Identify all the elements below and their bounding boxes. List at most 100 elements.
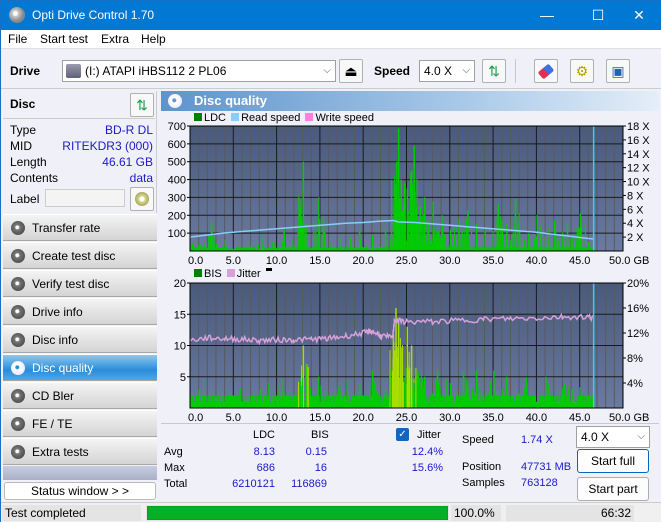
cluster-bar [403, 219, 405, 251]
peak-bar [571, 389, 573, 408]
speed-select-value: 4.0 X [424, 64, 453, 78]
menu-file[interactable]: File [8, 32, 27, 46]
left-panel: Disc ⇅ Type BD-R DL MID RITEKDR3 (000) Len… [1, 89, 159, 502]
disc-length-key: Length [10, 155, 47, 169]
menu-help[interactable]: Help [141, 32, 166, 46]
cluster-bar [411, 205, 413, 251]
drive-label: Drive [10, 64, 41, 78]
status-bar: Test completed 100.0% 66:32 [1, 502, 661, 522]
menu-extra[interactable]: Extra [101, 32, 129, 46]
disc-icon [11, 445, 25, 459]
speed-select[interactable]: 4.0 X ⌵ [419, 60, 475, 82]
disc-icon [11, 221, 25, 235]
drive-select[interactable]: (I:) ATAPI iHBS112 2 PL06 ⌵ [62, 60, 336, 82]
nav-label: CD Bler [32, 389, 75, 403]
cluster-bar [373, 381, 375, 408]
minimize-button[interactable]: — [524, 1, 570, 30]
status-text: Test completed [2, 505, 141, 521]
x-tick-label: 0.0 [188, 255, 203, 265]
cluster-bar [396, 349, 398, 408]
test-speed-select[interactable]: 4.0 X ⌵ [576, 426, 650, 448]
save-button[interactable]: ▣ [606, 59, 630, 83]
y2-tick-label: 20% [627, 278, 649, 290]
cluster-bar [498, 394, 500, 408]
cluster-bar [298, 209, 300, 251]
disc-refresh-button[interactable]: ⇅ [130, 93, 154, 117]
peak-bar [493, 370, 495, 408]
peak-bar [506, 224, 508, 251]
disc-label-button[interactable] [130, 187, 154, 211]
nav-transfer-rate[interactable]: Transfer rate [3, 214, 157, 241]
cluster-bar [375, 390, 377, 408]
cluster-bar [422, 215, 424, 251]
x-tick-label: 35.0 [482, 255, 503, 265]
cluster-bar [428, 222, 430, 251]
cluster-bar [392, 344, 394, 408]
disc-icon [135, 192, 149, 206]
cluster-bar [419, 210, 421, 251]
cluster-bar [413, 178, 415, 251]
nav-create-test-disc[interactable]: Create test disc [3, 242, 157, 269]
start-full-button[interactable]: Start full [577, 449, 649, 473]
cluster-bar [402, 210, 404, 251]
peak-bar [371, 234, 374, 251]
nav-disc-quality[interactable]: Disc quality [3, 354, 157, 381]
x-tick-label: 0.0 [188, 412, 203, 422]
y-tick-label: 5 [180, 372, 186, 384]
stats-max-jitter: 15.6% [411, 462, 443, 474]
disc-icon [11, 333, 25, 347]
x-tick-label: 10.0 [266, 412, 287, 422]
y2-tick-label: 14 X [627, 149, 650, 161]
cluster-bar [535, 236, 537, 251]
menu-start-test[interactable]: Start test [40, 32, 88, 46]
speed-label: Speed [462, 434, 494, 446]
close-button[interactable]: ✕ [616, 1, 661, 30]
cluster-bar [517, 224, 519, 251]
peak-bar [283, 229, 286, 251]
y2-tick-label: 12% [627, 328, 649, 340]
cluster-bar [439, 387, 441, 408]
erase-button[interactable] [534, 59, 558, 83]
maximize-button[interactable]: ☐ [575, 1, 621, 30]
disc-label-key: Label [10, 192, 40, 206]
cluster-bar [415, 367, 417, 408]
save-icon: ▣ [611, 63, 625, 79]
x-tick-label: 25.0 [396, 412, 417, 422]
disc-length-value: 46.61 GB [102, 155, 153, 169]
disc-label-input[interactable] [45, 189, 125, 207]
peak-bar [527, 233, 530, 251]
nav-label: Extra tests [32, 445, 89, 459]
nav-disc-info[interactable]: Disc info [3, 326, 157, 353]
jitter-checkbox[interactable]: ✓ [396, 428, 409, 441]
divider [161, 423, 659, 424]
nav-extra-tests[interactable]: Extra tests [3, 438, 157, 465]
progress-percent: 100.0% [451, 505, 501, 521]
cluster-bar [575, 239, 577, 251]
cluster-bar [431, 393, 433, 408]
start-part-button[interactable]: Start part [577, 477, 649, 501]
nav-verify-test-disc[interactable]: Verify test disc [3, 270, 157, 297]
x-tick-label: 15.0 [309, 412, 330, 422]
refresh-button[interactable]: ⇅ [482, 59, 506, 83]
nav-fe-te[interactable]: FE / TE [3, 410, 157, 437]
cluster-bar [471, 393, 473, 408]
cluster-bar [438, 231, 440, 251]
settings-button[interactable]: ⚙ [570, 59, 594, 83]
cluster-bar [426, 219, 428, 251]
nav-cd-bler[interactable]: CD Bler [3, 382, 157, 409]
disc-mid-key: MID [10, 139, 32, 153]
disc-contents-value: data [129, 171, 153, 185]
cluster-bar [398, 377, 400, 408]
cluster-bar [394, 350, 396, 408]
status-window-button[interactable]: Status window > > [4, 482, 156, 500]
speed-label: Speed [374, 64, 411, 78]
nav-drive-info[interactable]: Drive info [3, 298, 157, 325]
cluster-bar [458, 231, 460, 251]
cluster-bar [514, 219, 516, 251]
cluster-bar [402, 381, 404, 408]
cluster-bar [307, 367, 309, 408]
cluster-bar [376, 391, 378, 408]
eject-button[interactable]: ⏏ [339, 59, 363, 83]
peak-bar [423, 376, 426, 408]
cluster-bar [302, 197, 304, 251]
